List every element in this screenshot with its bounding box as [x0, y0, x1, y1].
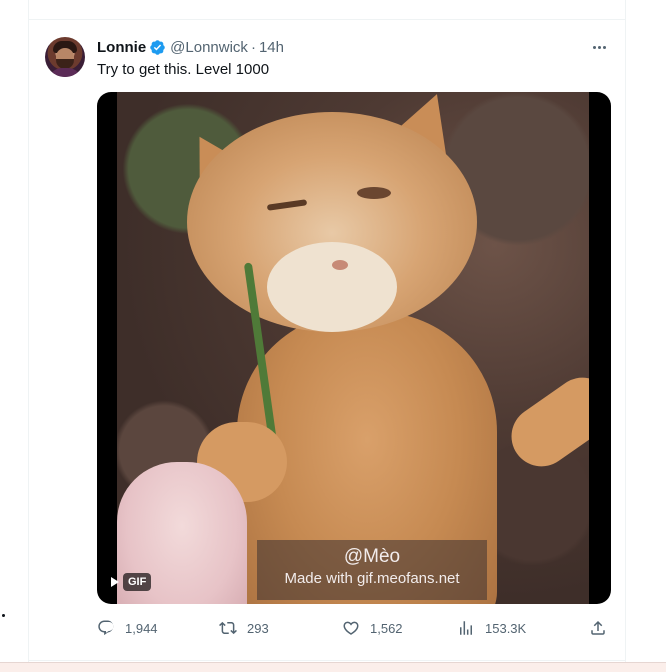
views-icon [460, 621, 472, 635]
verified-badge-icon [150, 39, 165, 55]
cat-nose [332, 260, 348, 270]
reply-count: 1,944 [125, 620, 158, 636]
tweet-actions: 1,944 293 1,562 153.3K [97, 618, 611, 638]
gutter-dot [2, 614, 5, 617]
watermark-credit: Made with gif.meofans.net [284, 570, 460, 587]
tweet-media-gif[interactable]: @Mèo Made with gif.meofans.net GIF [97, 92, 611, 604]
gif-watermark: @Mèo Made with gif.meofans.net [257, 540, 487, 600]
like-button[interactable]: 1,562 [342, 618, 403, 638]
gif-frame: @Mèo Made with gif.meofans.net [117, 92, 589, 604]
gif-label: GIF [123, 573, 152, 591]
author-display-name[interactable]: Lonnie [97, 39, 146, 56]
views-button[interactable]: 153.3K [457, 618, 526, 638]
more-icon[interactable] [590, 38, 609, 57]
retweet-count: 293 [247, 620, 269, 636]
tweet-timestamp[interactable]: 14h [259, 39, 284, 56]
reply-icon [98, 620, 114, 636]
cat-muzzle [267, 242, 397, 332]
bottom-divider [29, 660, 625, 661]
retweet-icon [219, 621, 237, 635]
watermark-handle: @Mèo [343, 546, 401, 567]
author-handle[interactable]: @Lonnwick [170, 39, 248, 56]
reply-button[interactable]: 1,944 [97, 618, 158, 638]
like-icon [343, 621, 359, 635]
author-avatar[interactable] [45, 37, 85, 77]
avatar-shirt [48, 68, 82, 77]
timeline-column: Lonnie @Lonnwick · 14h Try to get this. … [28, 0, 626, 672]
like-count: 1,562 [370, 620, 403, 636]
more-dot [603, 46, 606, 49]
views-count: 153.3K [485, 620, 527, 636]
bottom-strip [0, 662, 666, 672]
right-pane [627, 0, 666, 662]
retweet-button[interactable]: 293 [219, 618, 269, 638]
left-gutter [0, 0, 28, 672]
share-button[interactable] [589, 618, 607, 638]
tweet-text: Try to get this. Level 1000 [97, 61, 270, 78]
gif-badge[interactable]: GIF [111, 572, 152, 592]
share-icon [591, 620, 605, 635]
play-icon [111, 577, 119, 587]
more-dot [598, 46, 601, 49]
cat-eye-right [357, 187, 391, 199]
tweet[interactable]: Lonnie @Lonnwick · 14h Try to get this. … [29, 20, 625, 660]
tweet-header: Lonnie @Lonnwick · 14h [97, 38, 284, 56]
header-separator: · [250, 38, 256, 56]
more-dot [593, 46, 596, 49]
